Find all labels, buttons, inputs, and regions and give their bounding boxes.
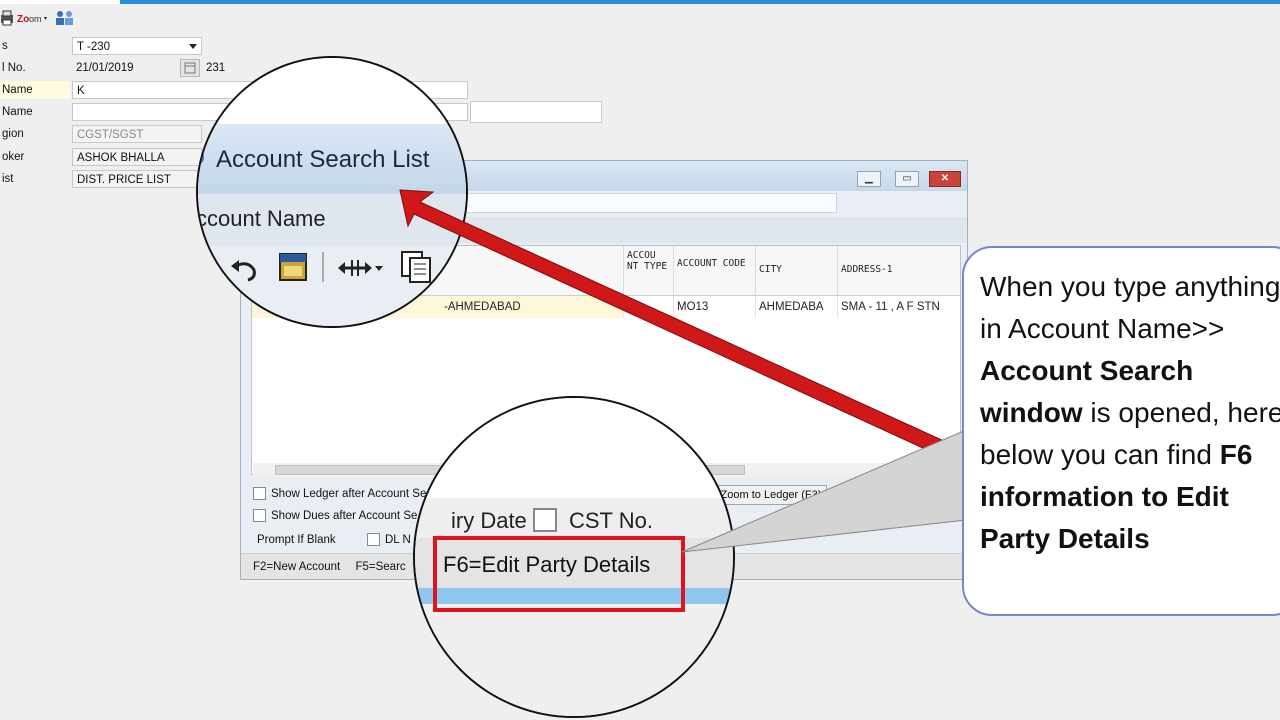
callout-text-1: When you type anything in Account Name>> — [980, 271, 1280, 344]
instruction-callout: When you type anything in Account Name>>… — [962, 246, 1280, 616]
